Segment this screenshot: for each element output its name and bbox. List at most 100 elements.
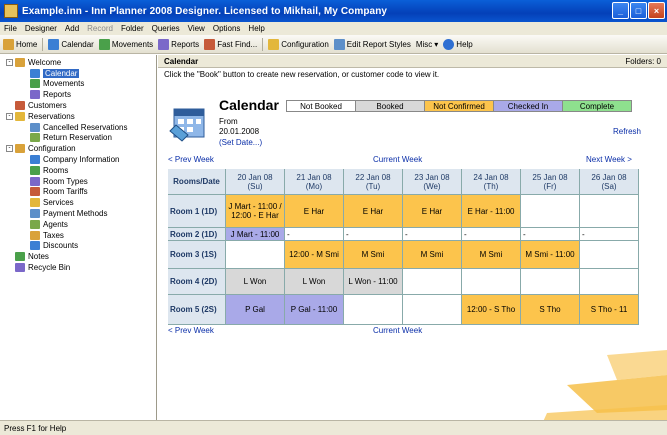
prev-week-link-bottom[interactable]: < Prev Week bbox=[168, 326, 214, 335]
tree-item-label: Room Tariffs bbox=[43, 187, 88, 197]
tree-item[interactable]: Room Types bbox=[0, 176, 156, 187]
column-day: (Sa) bbox=[601, 181, 617, 191]
booking-cell[interactable]: 12:00 - S Tho bbox=[462, 295, 521, 325]
booking-cell[interactable]: E Har - 11:00 bbox=[462, 195, 521, 228]
edit-report-styles-button[interactable]: Edit Report Styles bbox=[333, 38, 411, 50]
booking-cell[interactable]: P Gal - 11:00 bbox=[285, 295, 344, 325]
tree-item[interactable]: Payment Methods bbox=[0, 208, 156, 219]
booking-cell[interactable]: M Smi bbox=[344, 241, 403, 269]
booking-cell[interactable]: - bbox=[344, 228, 403, 241]
set-date-link[interactable]: (Set Date...) bbox=[219, 138, 262, 147]
booking-cell[interactable] bbox=[580, 241, 639, 269]
tree-item[interactable]: Rooms bbox=[0, 165, 156, 176]
tree-item[interactable]: Services bbox=[0, 197, 156, 208]
reports-button[interactable]: Reports bbox=[158, 38, 199, 50]
booking-cell[interactable]: S Tho - 11 bbox=[580, 295, 639, 325]
booking-cell[interactable]: - bbox=[403, 228, 462, 241]
menu-add[interactable]: Add bbox=[65, 24, 79, 33]
tree-item[interactable]: - Configuration bbox=[0, 143, 156, 154]
booking-cell[interactable]: L Won bbox=[285, 269, 344, 295]
booking-cell[interactable]: E Har bbox=[403, 195, 462, 228]
refresh-link[interactable]: Refresh bbox=[613, 127, 641, 136]
tree-item[interactable]: Taxes bbox=[0, 230, 156, 241]
tree-item[interactable]: Notes bbox=[0, 251, 156, 262]
movements-button[interactable]: Movements bbox=[98, 38, 153, 50]
tree-item[interactable]: Room Tariffs bbox=[0, 187, 156, 198]
booking-cell[interactable]: M Smi - 11:00 bbox=[521, 241, 580, 269]
fast-find-button[interactable]: Fast Find... bbox=[204, 38, 257, 50]
maximize-button[interactable]: □ bbox=[630, 2, 647, 19]
home-button[interactable]: Home bbox=[3, 38, 37, 50]
booking-cell[interactable] bbox=[580, 195, 639, 228]
booking-cell[interactable]: - bbox=[580, 228, 639, 241]
booking-cell[interactable] bbox=[403, 269, 462, 295]
tree-item[interactable]: - Welcome bbox=[0, 57, 156, 68]
room-row-header[interactable]: Room 4 (2D) bbox=[168, 269, 226, 295]
date-column-header[interactable]: 21 Jan 08 (Mo) bbox=[285, 169, 344, 195]
booking-cell[interactable] bbox=[521, 269, 580, 295]
calendar-button[interactable]: Calendar bbox=[48, 38, 94, 50]
collapse-toggle-icon[interactable]: - bbox=[6, 112, 13, 120]
booking-cell[interactable]: E Har bbox=[344, 195, 403, 228]
minimize-button[interactable]: _ bbox=[612, 2, 629, 19]
booking-cell[interactable]: 12:00 - M Smi bbox=[285, 241, 344, 269]
menu-designer[interactable]: Designer bbox=[25, 24, 57, 33]
room-row-header[interactable]: Room 2 (1D) bbox=[168, 228, 226, 241]
next-week-link[interactable]: Next Week > bbox=[586, 155, 632, 164]
date-column-header[interactable]: 26 Jan 08 (Sa) bbox=[580, 169, 639, 195]
booking-cell[interactable] bbox=[521, 195, 580, 228]
tree-item[interactable]: Agents bbox=[0, 219, 156, 230]
tree-item[interactable]: Recycle Bin bbox=[0, 262, 156, 273]
collapse-toggle-icon[interactable]: - bbox=[6, 145, 13, 153]
booking-cell[interactable]: P Gal bbox=[226, 295, 285, 325]
booking-cell[interactable]: L Won - 11:00 bbox=[344, 269, 403, 295]
date-column-header[interactable]: 25 Jan 08 (Fr) bbox=[521, 169, 580, 195]
close-button[interactable]: × bbox=[648, 2, 665, 19]
booking-cell[interactable] bbox=[462, 269, 521, 295]
tree-item[interactable]: Cancelled Reservations bbox=[0, 122, 156, 133]
booking-cell[interactable] bbox=[580, 269, 639, 295]
tree-item[interactable]: Movements bbox=[0, 79, 156, 90]
misc-button[interactable]: Misc ▾ bbox=[416, 40, 438, 49]
booking-cell[interactable]: S Tho bbox=[521, 295, 580, 325]
tree-item[interactable]: Discounts bbox=[0, 241, 156, 252]
room-row-header[interactable]: Room 1 (1D) bbox=[168, 195, 226, 228]
menu-options[interactable]: Options bbox=[213, 24, 241, 33]
room-row-header[interactable]: Room 3 (1S) bbox=[168, 241, 226, 269]
menu-queries[interactable]: Queries bbox=[152, 24, 180, 33]
menu-help[interactable]: Help bbox=[248, 24, 264, 33]
tree-item[interactable]: Return Reservation bbox=[0, 133, 156, 144]
booking-cell[interactable]: - bbox=[285, 228, 344, 241]
tree-item[interactable]: Reports bbox=[0, 89, 156, 100]
tree-item[interactable]: Calendar bbox=[0, 68, 156, 79]
booking-cell[interactable]: J Mart - 11:00 / 12:00 - E Har bbox=[226, 195, 285, 228]
date-column-header[interactable]: 20 Jan 08 (Su) bbox=[226, 169, 285, 195]
date-column-header[interactable]: 23 Jan 08 (We) bbox=[403, 169, 462, 195]
booking-cell[interactable]: L Won bbox=[226, 269, 285, 295]
booking-cell[interactable]: - bbox=[462, 228, 521, 241]
booking-cell[interactable]: M Smi bbox=[403, 241, 462, 269]
booking-cell[interactable]: E Har bbox=[285, 195, 344, 228]
current-week-link-bottom[interactable]: Current Week bbox=[373, 326, 422, 335]
prev-week-link[interactable]: < Prev Week bbox=[168, 155, 214, 164]
booking-cell[interactable]: M Smi bbox=[462, 241, 521, 269]
menu-record[interactable]: Record bbox=[87, 24, 113, 33]
menu-folder[interactable]: Folder bbox=[121, 24, 144, 33]
booking-cell[interactable]: J Mart - 11:00 bbox=[226, 228, 285, 241]
room-row-header[interactable]: Room 5 (2S) bbox=[168, 295, 226, 325]
help-button[interactable]: Help bbox=[443, 38, 473, 50]
date-column-header[interactable]: 24 Jan 08 (Th) bbox=[462, 169, 521, 195]
booking-cell[interactable]: - bbox=[521, 228, 580, 241]
booking-cell[interactable] bbox=[403, 295, 462, 325]
tree-item[interactable]: Company Information bbox=[0, 154, 156, 165]
booking-cell[interactable] bbox=[226, 241, 285, 269]
configuration-button[interactable]: Configuration bbox=[268, 38, 329, 50]
tree-item[interactable]: Customers bbox=[0, 100, 156, 111]
menu-file[interactable]: File bbox=[4, 24, 17, 33]
date-column-header[interactable]: 22 Jan 08 (Tu) bbox=[344, 169, 403, 195]
booking-cell[interactable] bbox=[344, 295, 403, 325]
tree-item[interactable]: - Reservations bbox=[0, 111, 156, 122]
current-week-link[interactable]: Current Week bbox=[373, 155, 422, 164]
collapse-toggle-icon[interactable]: - bbox=[6, 58, 13, 66]
menu-view[interactable]: View bbox=[188, 24, 205, 33]
